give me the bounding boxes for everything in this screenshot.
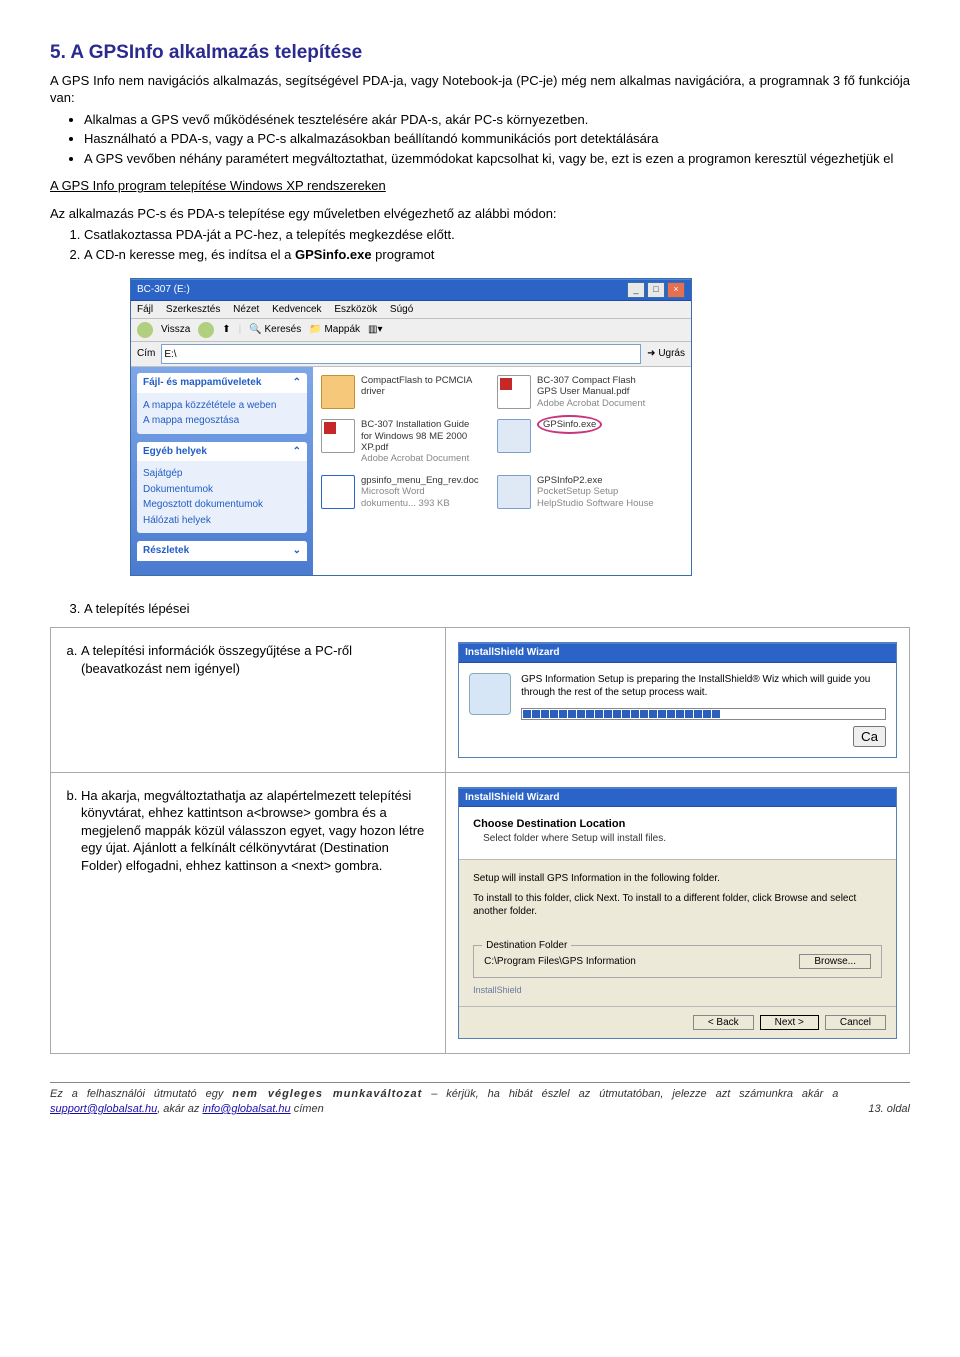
step-row-a: A telepítési információk összegyűjtése a… xyxy=(51,628,910,773)
explorer-toolbar: Vissza ⬆ | 🔍 Keresés 📁 Mappák ▥▾ xyxy=(131,319,691,342)
explorer-sidepane: Fájl- és mappaműveletek⌃ A mappa közzété… xyxy=(131,367,313,575)
places-item-2[interactable]: Dokumentumok xyxy=(143,483,301,497)
wizard-dest-heading: Choose Destination Location xyxy=(473,817,882,832)
doc-icon xyxy=(321,475,355,509)
places-header[interactable]: Egyéb helyek⌃ xyxy=(137,442,307,462)
bullet-1: Alkalmas a GPS vevő működésének tesztelé… xyxy=(84,111,910,129)
places-item-4[interactable]: Hálózati helyek xyxy=(143,514,301,528)
search-button[interactable]: 🔍 Keresés xyxy=(249,323,301,337)
wizard-dest-sub: Select folder where Setup will install f… xyxy=(483,832,882,846)
wizard-destination: InstallShield Wizard Choose Destination … xyxy=(458,787,897,1039)
step-2: A CD-n keresse meg, és indítsa el a GPSi… xyxy=(84,246,910,264)
forward-icon[interactable] xyxy=(198,322,214,338)
step-3: A telepítés lépései xyxy=(84,600,910,618)
step-b-text: Ha akarja, megváltoztathatja az alapérte… xyxy=(51,772,446,1053)
step-a-image: InstallShield Wizard GPS Information Set… xyxy=(446,628,910,773)
file-item-gpsinfop2[interactable]: GPSInfoP2.exePocketSetup Setup HelpStudi… xyxy=(497,475,657,509)
explorer-screenshot: BC-307 (E:) _ □ × Fájl Szerkesztés Nézet… xyxy=(130,278,910,576)
back-button[interactable]: < Back xyxy=(693,1015,754,1030)
step-a-text: A telepítési információk összegyűjtése a… xyxy=(51,628,446,773)
menu-tools[interactable]: Eszközök xyxy=(334,304,377,315)
file-item-gpsinfo[interactable]: GPSinfo.exe xyxy=(497,419,657,465)
addr-label: Cím xyxy=(137,347,155,361)
menu-view[interactable]: Nézet xyxy=(233,304,259,315)
minimize-button[interactable]: _ xyxy=(627,282,645,298)
step-1: Csatlakoztassa PDA-ját a PC-hez, a telep… xyxy=(84,226,910,244)
bullet-3: A GPS vevőben néhány paramétert megválto… xyxy=(84,150,910,168)
bullet-2: Használható a PDA-s, vagy a PC-s alkalma… xyxy=(84,130,910,148)
exe-icon xyxy=(497,419,531,453)
menu-favorites[interactable]: Kedvencek xyxy=(272,304,321,315)
section-intro2: Az alkalmazás PC-s és PDA-s telepítése e… xyxy=(50,205,910,223)
pdf-icon xyxy=(321,419,355,453)
wizard-line1: Setup will install GPS Information in th… xyxy=(473,872,882,886)
up-icon[interactable]: ⬆ xyxy=(222,323,230,337)
close-button[interactable]: × xyxy=(667,282,685,298)
back-icon[interactable] xyxy=(137,322,153,338)
pdf-icon xyxy=(497,375,531,409)
explorer-titlebar: BC-307 (E:) _ □ × xyxy=(131,279,691,301)
highlighted-file: GPSinfo.exe xyxy=(537,415,602,434)
section-title: 5. A GPSInfo alkalmazás telepítése xyxy=(50,40,910,66)
wizard-title: InstallShield Wizard xyxy=(459,788,896,808)
explorer-addressbar: Cím ➜ Ugrás xyxy=(131,342,691,367)
explorer-title: BC-307 (E:) xyxy=(137,283,190,297)
support-email-link[interactable]: support@globalsat.hu xyxy=(50,1103,157,1115)
explorer-menu: Fájl Szerkesztés Nézet Kedvencek Eszközö… xyxy=(131,301,691,320)
wizard-icon xyxy=(469,673,511,715)
install-steps-table: A telepítési információk összegyűjtése a… xyxy=(50,627,910,1054)
file-item-folder[interactable]: CompactFlash to PCMCIA driver xyxy=(321,375,481,409)
section-bullets: Alkalmas a GPS vevő működésének tesztelé… xyxy=(84,111,910,168)
file-area: CompactFlash to PCMCIA driver BC-307 Com… xyxy=(313,367,691,575)
browse-button[interactable]: Browse... xyxy=(799,954,871,969)
go-button[interactable]: ➜ Ugrás xyxy=(647,347,685,361)
details-header[interactable]: Részletek⌄ xyxy=(137,541,307,561)
page-number: 13. oldal xyxy=(868,1102,910,1117)
folder-icon xyxy=(321,375,355,409)
file-item-pdf1[interactable]: BC-307 Compact Flash GPS User Manual.pdf… xyxy=(497,375,657,409)
folders-button[interactable]: 📁 Mappák xyxy=(309,323,360,337)
progress-bar xyxy=(521,708,886,720)
addr-input[interactable] xyxy=(161,344,641,364)
page-footer: Ez a felhasználói útmutató egy nem végle… xyxy=(50,1082,910,1117)
exe-icon xyxy=(497,475,531,509)
wizard-prep-text: GPS Information Setup is preparing the I… xyxy=(521,673,886,700)
menu-edit[interactable]: Szerkesztés xyxy=(166,304,220,315)
wizard-title: InstallShield Wizard xyxy=(459,643,896,663)
wizard-line2: To install to this folder, click Next. T… xyxy=(473,892,882,919)
sub-heading: A GPS Info program telepítése Windows XP… xyxy=(50,177,910,195)
places-item-1[interactable]: Sajátgép xyxy=(143,467,301,481)
section-intro: A GPS Info nem navigációs alkalmazás, se… xyxy=(50,72,910,107)
info-email-link[interactable]: info@globalsat.hu xyxy=(202,1103,290,1115)
dest-label: Destination Folder xyxy=(482,939,571,953)
menu-help[interactable]: Súgó xyxy=(390,304,413,315)
tasks-item-2[interactable]: A mappa megosztása xyxy=(143,414,301,428)
file-item-pdf2[interactable]: BC-307 Installation Guide for Windows 98… xyxy=(321,419,481,465)
wizard-cancel-button[interactable]: Ca xyxy=(853,726,886,747)
next-button[interactable]: Next > xyxy=(760,1015,819,1030)
installshield-brand: InstallShield xyxy=(473,984,882,996)
step-b-image: InstallShield Wizard Choose Destination … xyxy=(446,772,910,1053)
destination-folder-box: Destination Folder C:\Program Files\GPS … xyxy=(473,945,882,978)
menu-file[interactable]: Fájl xyxy=(137,304,153,315)
steps-1-2: Csatlakoztassa PDA-ját a PC-hez, a telep… xyxy=(84,226,910,263)
tasks-item-1[interactable]: A mappa közzététele a weben xyxy=(143,399,301,413)
maximize-button[interactable]: □ xyxy=(647,282,665,298)
places-item-3[interactable]: Megosztott dokumentumok xyxy=(143,498,301,512)
back-button[interactable]: Vissza xyxy=(161,323,190,337)
tasks-header[interactable]: Fájl- és mappaműveletek⌃ xyxy=(137,373,307,393)
file-item-doc[interactable]: gpsinfo_menu_Eng_rev.docMicrosoft Word d… xyxy=(321,475,481,509)
step-3-list: A telepítés lépései xyxy=(84,600,910,618)
step-row-b: Ha akarja, megváltoztathatja az alapérte… xyxy=(51,772,910,1053)
wizard-preparing: InstallShield Wizard GPS Information Set… xyxy=(458,642,897,758)
views-icon[interactable]: ▥▾ xyxy=(368,323,382,337)
cancel-button[interactable]: Cancel xyxy=(825,1015,886,1030)
dest-path: C:\Program Files\GPS Information xyxy=(484,955,636,969)
